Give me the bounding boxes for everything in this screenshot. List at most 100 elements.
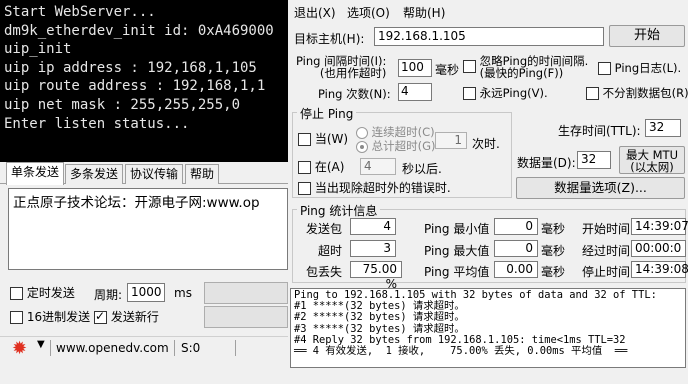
consecutive-timeout-radio[interactable] [356, 126, 368, 139]
interval-label: Ping 间隔时间(I): (也用作超时) [296, 55, 386, 79]
elapsed-label: 经过时间 [582, 244, 631, 258]
total-timeout-row[interactable]: 总计超时(G) [356, 138, 436, 154]
min-value: 0 [494, 218, 538, 235]
terminal-line: uip_init [4, 41, 72, 58]
website-link[interactable]: www.openedv.com [56, 341, 169, 355]
stop-on-error-row[interactable]: 当出现除超时外的错误时. [298, 179, 451, 196]
data-size-input[interactable]: 32 [577, 151, 611, 169]
count-input[interactable]: 4 [398, 83, 432, 101]
forever-ping-label: 永远Ping(V). [479, 86, 548, 100]
terminal-line: uip net mask : 255,255,255,0 [4, 96, 241, 113]
data-size-options-button[interactable]: 数据量选项(Z)... [516, 177, 685, 199]
sent-value: 4 [350, 218, 396, 235]
tab-multi-send[interactable]: 多条发送 [65, 164, 124, 184]
menu-options[interactable]: 选项(O) [347, 4, 390, 21]
gear-icon[interactable]: ✹ [12, 338, 27, 359]
timed-send-checkbox-row[interactable]: 定时发送 [10, 284, 75, 301]
min-label: Ping 最小值 [424, 222, 490, 236]
stop-when-row[interactable]: 当(W) [298, 130, 348, 147]
stop-after-label: 在(A) [314, 160, 345, 174]
period-input[interactable]: 1000 [127, 283, 165, 302]
terminal-line: Enter listen status... [4, 115, 190, 132]
max-mtu-line2: (以太网) [630, 160, 674, 174]
total-timeout-radio[interactable] [356, 140, 368, 153]
hex-send-checkbox-row[interactable]: 16进制发送 [10, 308, 90, 325]
stop-after-row[interactable]: 在(A) [298, 158, 344, 175]
sent-label: 发送包 [306, 222, 343, 236]
ping-window: 退出(X) 选项(O) 帮助(H) 目标主机(H): 192.168.1.105… [288, 0, 688, 384]
hex-send-checkbox[interactable] [10, 311, 23, 324]
target-host-input[interactable]: 192.168.1.105 [374, 27, 604, 46]
hex-send-label: 16进制发送 [26, 310, 91, 324]
max-unit: 毫秒 [541, 244, 566, 258]
ttl-label: 生存时间(TTL): [558, 124, 641, 138]
ignore-interval-checkbox[interactable] [463, 60, 476, 73]
clear-button-area[interactable] [204, 306, 288, 328]
stop-when-label: 当(W) [314, 132, 349, 146]
tab-help[interactable]: 帮助 [185, 164, 220, 184]
max-value: 0 [494, 240, 538, 257]
interval-label-line2: (也用作超时) [319, 66, 387, 80]
start-time-value: 14:39:07 [631, 218, 688, 235]
tab-protocol[interactable]: 协议传输 [125, 164, 184, 184]
menu-exit[interactable]: 退出(X) [294, 4, 336, 21]
menu-help[interactable]: 帮助(H) [403, 4, 445, 21]
log-line: ══ 4 有效发送, 1 接收, 75.00% 丢失, 0.00ms 平均值 ═… [294, 345, 628, 358]
stop-when-checkbox[interactable] [298, 133, 311, 146]
newline-label: 发送新行 [110, 310, 159, 324]
newline-checkbox-row[interactable]: 发送新行 [94, 308, 159, 325]
ttl-input[interactable]: 32 [645, 119, 681, 137]
ping-log-row[interactable]: Ping日志(L). [598, 60, 681, 76]
ping-log-label: Ping日志(L). [614, 61, 682, 75]
stop-on-error-checkbox[interactable] [298, 182, 311, 195]
terminal-line: Start WebServer... [4, 4, 156, 20]
consecutive-timeout-label: 连续超时(C) [371, 125, 435, 139]
dropdown-arrow-icon[interactable]: ▼ [37, 339, 45, 350]
total-timeout-label: 总计超时(G) [371, 139, 436, 153]
timed-send-label: 定时发送 [26, 286, 75, 300]
send-text-area[interactable]: 正点原子技术论坛：开源电子网:www.op [8, 188, 288, 270]
menu-bar: 退出(X) 选项(O) 帮助(H) [288, 0, 688, 22]
start-button[interactable]: 开始 [609, 25, 685, 47]
stop-time-label: 停止时间 [582, 265, 631, 279]
times-unit: 次时. [472, 137, 500, 151]
loss-label: 包丢失 [306, 265, 343, 279]
avg-value: 0.00 [494, 261, 538, 278]
send-button-area[interactable] [204, 282, 288, 304]
stop-on-error-label: 当出现除超时外的错误时. [314, 181, 451, 195]
loss-value: 75.00 % [350, 261, 402, 291]
times-input[interactable]: 1 [435, 132, 467, 149]
min-unit: 毫秒 [541, 222, 566, 236]
ping-log-output[interactable]: Ping to 192.168.1.105 with 32 bytes of d… [290, 288, 686, 368]
timeout-label: 超时 [318, 244, 343, 258]
tab-single-send[interactable]: 单条发送 [6, 162, 65, 185]
after-seconds-input[interactable]: 4 [360, 158, 396, 175]
start-time-label: 开始时间 [582, 222, 631, 236]
terminal-output: Start WebServer... dm9k_etherdev_init id… [0, 0, 288, 162]
ping-stats-title: Ping 统计信息 [297, 202, 381, 219]
timed-send-checkbox[interactable] [10, 287, 23, 300]
stop-after-checkbox[interactable] [298, 161, 311, 174]
log-line: #2 *****(32 bytes) 请求超时。 [294, 311, 465, 324]
newline-checkbox[interactable] [94, 309, 107, 324]
interval-input[interactable]: 100 [398, 59, 432, 77]
terminal-line: uip ip address : 192,168,1,105 [4, 59, 257, 76]
serial-tabs: 单条发送 多条发送 协议传输 帮助 [0, 162, 288, 185]
elapsed-value: 00:00:0 [631, 240, 686, 257]
forever-ping-row[interactable]: 永远Ping(V). [463, 85, 548, 101]
ping-log-checkbox[interactable] [598, 62, 611, 75]
forever-ping-checkbox[interactable] [463, 87, 476, 100]
timeout-value: 3 [350, 240, 396, 257]
interval-unit: 毫秒 [435, 63, 460, 77]
ignore-interval-label-2: (最快的Ping(F)) [479, 66, 564, 80]
no-split-row[interactable]: 不分割数据包(R). [586, 85, 688, 101]
data-size-label: 数据量(D): [517, 156, 576, 170]
max-mtu-button[interactable]: 最大 MTU (以太网) [619, 146, 685, 174]
no-split-checkbox[interactable] [586, 87, 599, 100]
serial-assistant-panel: 单条发送 多条发送 协议传输 帮助 正点原子技术论坛：开源电子网:www.op … [0, 162, 288, 384]
terminal-line: dm9k_etherdev_init id: 0xA469000 [4, 22, 274, 39]
ignore-interval-row[interactable]: 忽略Ping的时间间隔. (最快的Ping(F)) [463, 55, 588, 79]
target-host-label: 目标主机(H): [294, 32, 365, 46]
stop-ping-title: 停止 Ping [297, 105, 357, 122]
max-label: Ping 最大值 [424, 244, 490, 258]
